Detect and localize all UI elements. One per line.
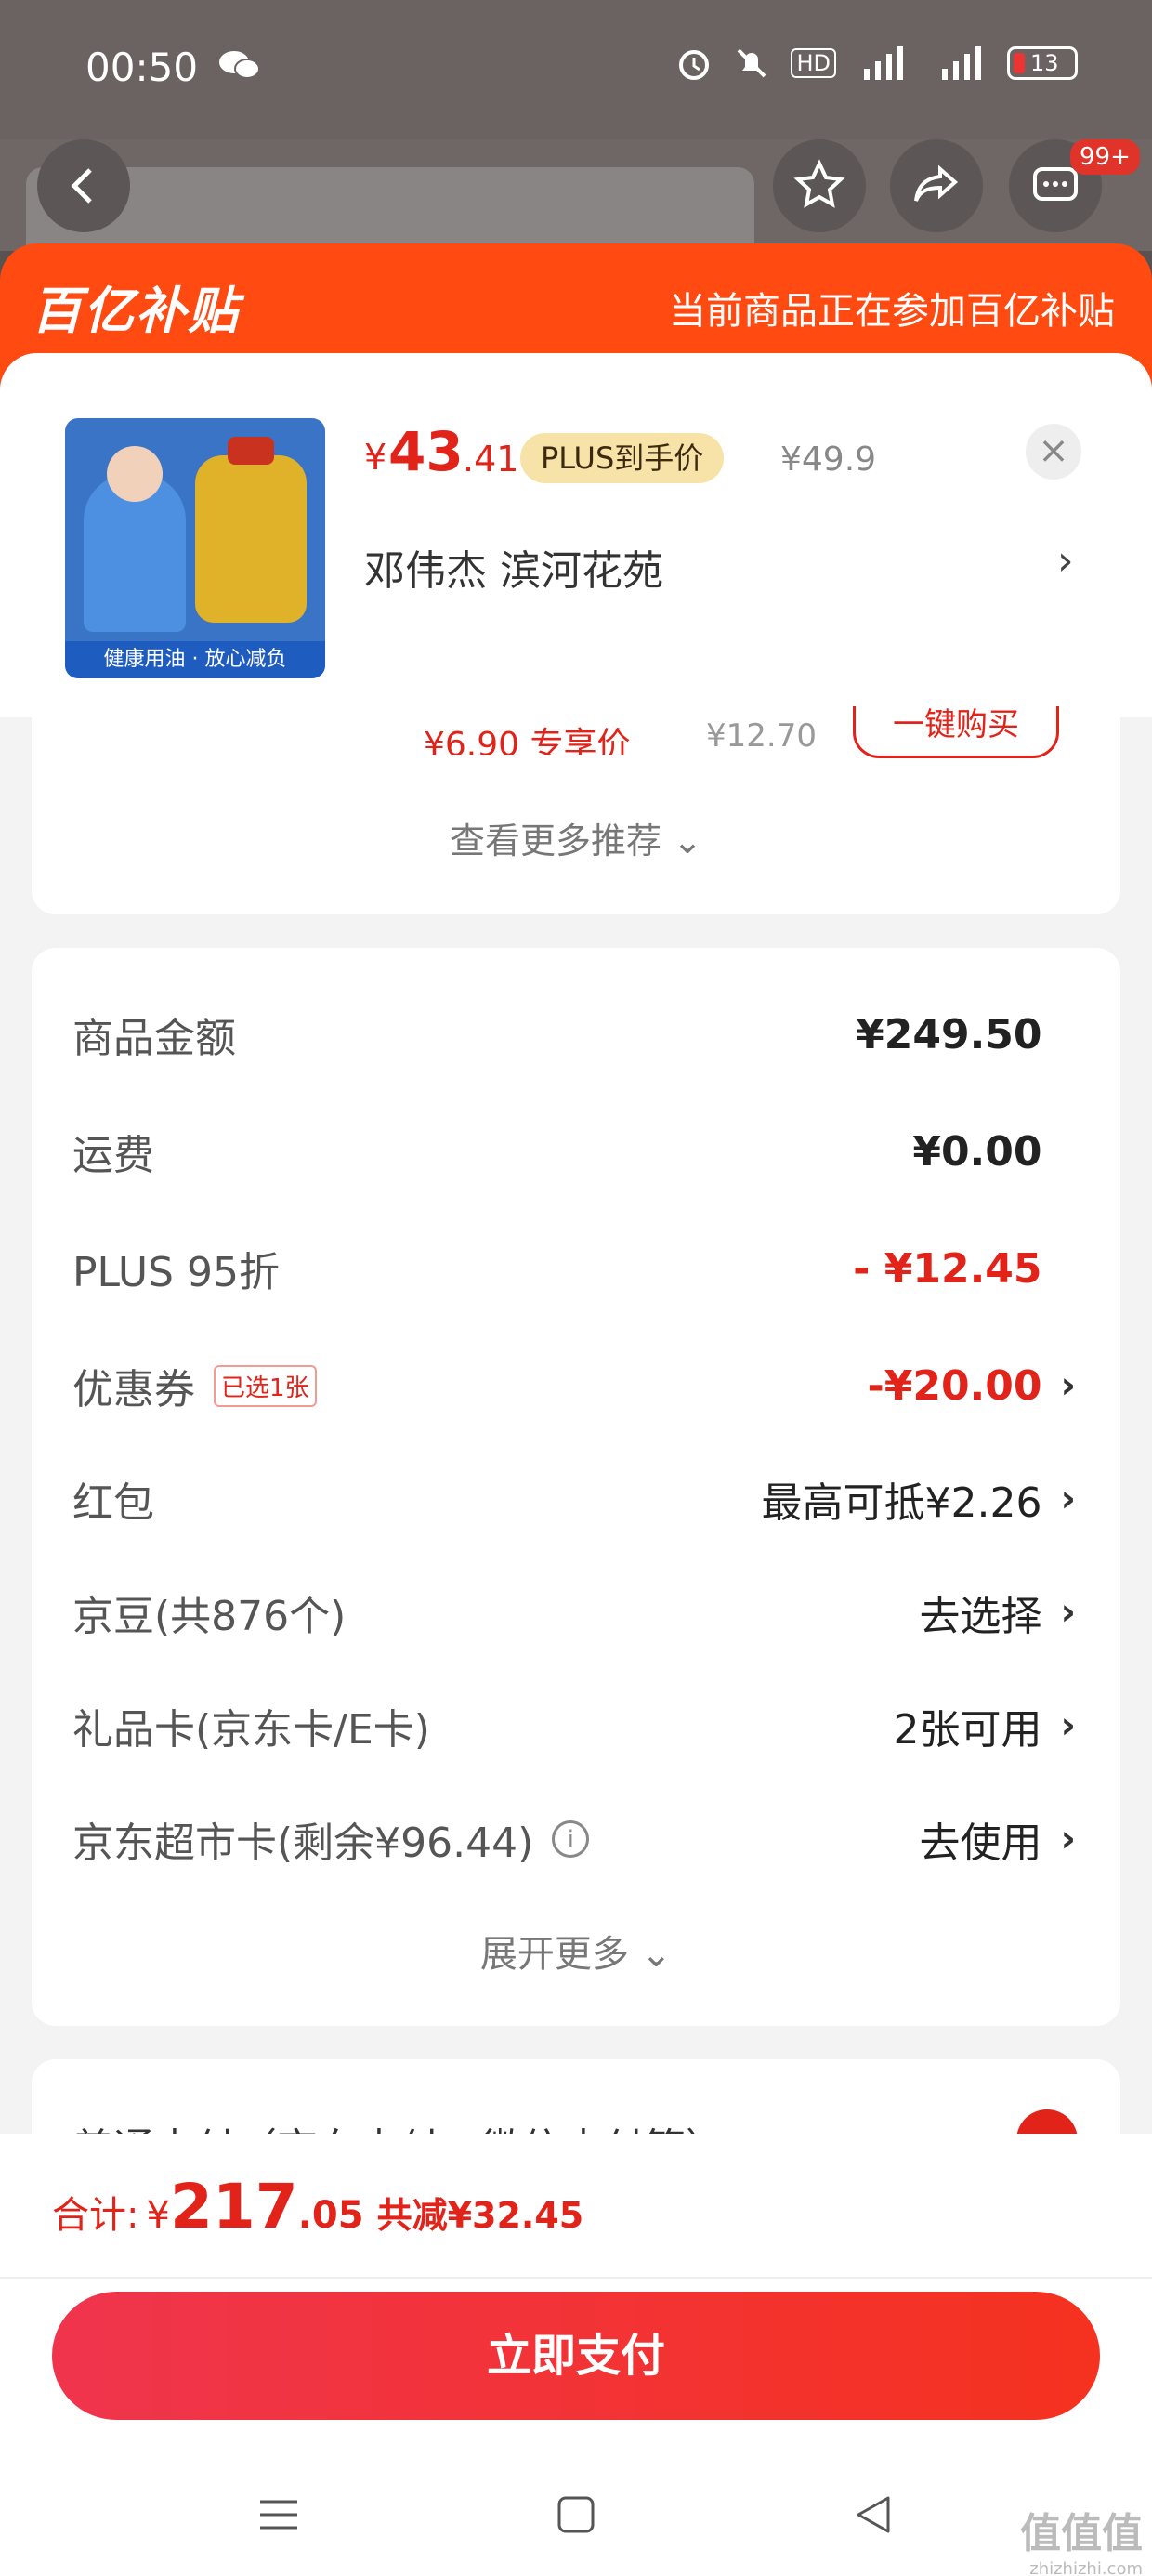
quick-buy-label: 一键购买	[893, 706, 1019, 743]
delivery-address[interactable]: 邓伟杰 滨河花苑	[364, 537, 663, 597]
total-saved: 共减¥32.45	[376, 2195, 584, 2236]
row-label: 京豆(共876个)	[72, 1593, 347, 1640]
watermark-logo: 值值值	[1020, 2510, 1143, 2557]
nav-menu-button[interactable]	[251, 2487, 307, 2543]
home-square-icon	[557, 2496, 595, 2533]
chevron-right-icon: ›	[1060, 1704, 1076, 1747]
mute-bell-icon	[738, 48, 766, 78]
total-integer: 217	[169, 2171, 298, 2242]
product-image-caption: 健康用油 · 放心减负	[65, 641, 325, 678]
row-value: 去使用	[919, 1820, 1042, 1867]
status-icons: HD 13	[675, 45, 1078, 82]
product-image[interactable]: 健康用油 · 放心减负	[65, 418, 325, 678]
chevron-right-icon[interactable]: ›	[1057, 537, 1074, 585]
row-label: 商品金额	[72, 1015, 236, 1062]
recommend-price: ¥6.90 专享价	[424, 726, 631, 755]
payment-radio[interactable]	[1016, 2109, 1078, 2134]
row-label: 运费	[72, 1132, 154, 1179]
watermark: 值值值 zhizhizhi.com	[1020, 2500, 1143, 2576]
original-price: ¥49.9	[780, 440, 877, 479]
battery-level: 13	[1030, 50, 1059, 76]
watermark-site: zhizhizhi.com	[1029, 2559, 1143, 2576]
quick-buy-button[interactable]: 一键购买	[853, 706, 1059, 758]
expand-more-link[interactable]: 展开更多 ⌄	[0, 1924, 1152, 1978]
chevron-right-icon: ›	[1060, 1591, 1076, 1634]
hd-icon: HD	[791, 48, 836, 78]
chevron-right-icon: ›	[1060, 1478, 1076, 1520]
row-label: 京东超市卡(剩余¥96.44)	[72, 1820, 534, 1867]
nav-home-button[interactable]	[548, 2487, 604, 2543]
system-nav-bar	[0, 2453, 1152, 2576]
pay-now-button[interactable]: 立即支付	[52, 2292, 1100, 2420]
alarm-icon	[679, 50, 710, 80]
subsidy-logo: 百亿补贴	[32, 282, 240, 340]
row-label: PLUS 95折	[72, 1249, 280, 1296]
total-currency: ¥	[146, 2194, 170, 2237]
price-integer: 43	[388, 420, 464, 483]
row-label: 优惠券	[72, 1366, 195, 1413]
signal-5g-icon	[864, 46, 903, 80]
close-button[interactable]: ×	[1026, 424, 1081, 480]
shipping-fee-row: 运费 ¥0.00›	[72, 1119, 1076, 1184]
menu-icon	[260, 2500, 297, 2530]
battery-icon: 13	[1007, 46, 1078, 80]
share-button[interactable]	[890, 139, 983, 232]
gift-card-row[interactable]: 礼品卡(京东卡/E卡) 2张可用 ›	[72, 1693, 1076, 1758]
chevron-left-icon	[71, 168, 92, 204]
share-icon	[914, 164, 959, 202]
price-decimal: .41	[463, 439, 519, 480]
signal-5g-2-icon	[942, 46, 981, 80]
row-value: - ¥12.45	[853, 1244, 1042, 1293]
plus-price-tag: PLUS到手价	[520, 433, 725, 483]
divider	[0, 2277, 1152, 2279]
back-button[interactable]	[37, 139, 130, 232]
chevron-right-icon: ›	[1060, 1364, 1076, 1407]
more-recommend-link[interactable]: 查看更多推荐 ⌄	[0, 812, 1152, 863]
info-icon[interactable]: i	[552, 1820, 590, 1858]
coupon-selected-tag: 已选1张	[214, 1364, 317, 1407]
favorite-button[interactable]	[773, 139, 866, 232]
jd-beans-row[interactable]: 京豆(共876个) 去选择 ›	[72, 1580, 1076, 1645]
price-currency: ¥	[364, 437, 387, 478]
row-value: ¥249.50	[856, 1010, 1042, 1058]
wechat-icon	[219, 51, 260, 79]
row-value: -¥20.00	[867, 1361, 1042, 1410]
subsidy-note: 当前商品正在参加百亿补贴	[669, 290, 1115, 333]
chevron-right-icon: ›	[1060, 1818, 1076, 1860]
row-value: 2张可用	[893, 1706, 1042, 1754]
plus-discount-row: PLUS 95折 - ¥12.45›	[72, 1236, 1076, 1301]
row-value: 去选择	[919, 1593, 1042, 1640]
payment-method-label: 普通支付（京东支付、微信支付等）	[72, 2115, 727, 2134]
payment-method-card[interactable]: 普通支付（京东支付、微信支付等）	[32, 2059, 1120, 2134]
recommend-original-price: ¥12.70	[706, 717, 817, 755]
nav-back-button[interactable]	[845, 2487, 901, 2543]
message-count-badge: 99+	[1070, 139, 1140, 175]
status-time: 00:50	[85, 45, 199, 90]
red-packet-row[interactable]: 红包 最高可抵¥2.26 ›	[72, 1466, 1076, 1531]
row-value: ¥0.00	[912, 1127, 1042, 1176]
close-icon: ×	[1038, 429, 1069, 472]
row-label: 礼品卡(京东卡/E卡)	[72, 1706, 430, 1754]
row-value: 最高可抵¥2.26	[761, 1479, 1042, 1527]
coupon-row[interactable]: 优惠券 已选1张 -¥20.00 ›	[72, 1353, 1076, 1418]
goods-amount-row: 商品金额 ¥249.50›	[72, 1002, 1076, 1067]
total-label: 合计:	[52, 2194, 139, 2237]
row-label: 红包	[72, 1479, 154, 1527]
order-total: 合计: ¥ 217 .05 共减¥32.45	[52, 2171, 583, 2242]
supermarket-card-row[interactable]: 京东超市卡(剩余¥96.44) i 去使用 ›	[72, 1807, 1076, 1872]
triangle-back-icon	[857, 2496, 890, 2533]
star-icon	[793, 159, 845, 208]
total-decimal: .05	[297, 2194, 364, 2237]
